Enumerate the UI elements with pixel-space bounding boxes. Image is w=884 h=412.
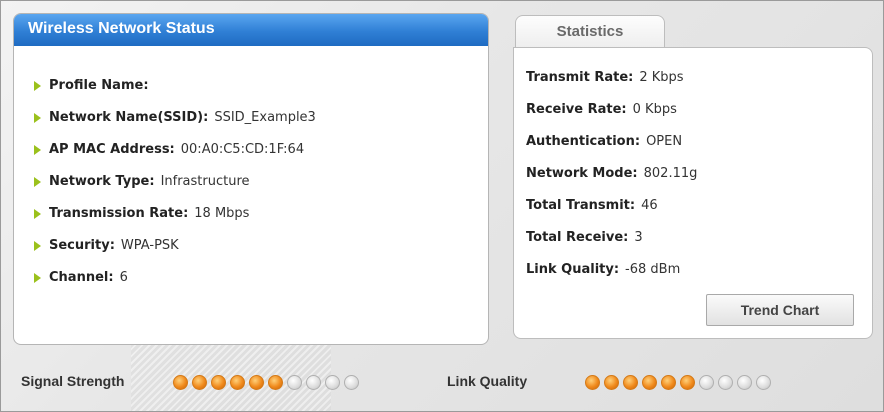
item-value: WPA-PSK — [120, 238, 179, 253]
trend-chart-button[interactable]: Trend Chart — [706, 294, 854, 326]
item-value: 00:A0:C5:CD:1F:64 — [180, 142, 305, 157]
item-label: Security: — [49, 238, 115, 253]
stat-label: Network Mode: — [526, 166, 638, 181]
stat-value: -68 dBm — [625, 262, 681, 277]
list-item-transmission-rate: Transmission Rate: 18 Mbps — [34, 198, 488, 230]
meter-dot-inactive-icon — [287, 375, 302, 390]
meter-dot-active-icon — [585, 375, 600, 390]
item-value: Infrastructure — [160, 174, 250, 189]
list-item-network-name: Network Name(SSID): SSID_Example3 — [34, 102, 488, 134]
meter-dot-active-icon — [623, 375, 638, 390]
item-label: Profile Name: — [49, 78, 149, 93]
meter-dot-active-icon — [604, 375, 619, 390]
item-label: Network Name(SSID): — [49, 110, 209, 125]
statistics-panel: Transmit Rate: 2 Kbps Receive Rate: 0 Kbps… — [513, 47, 873, 339]
meter-dot-active-icon — [268, 375, 283, 390]
stat-label: Link Quality: — [526, 262, 620, 277]
meter-dot-inactive-icon — [325, 375, 340, 390]
stat-transmit-rate: Transmit Rate: 2 Kbps — [526, 62, 872, 94]
statistics-list: Transmit Rate: 2 Kbps Receive Rate: 0 Kbps… — [514, 48, 872, 286]
stat-label: Receive Rate: — [526, 102, 627, 117]
list-item-profile-name: Profile Name: — [34, 70, 488, 102]
list-item-security: Security: WPA-PSK — [34, 230, 488, 262]
meter-dot-inactive-icon — [306, 375, 321, 390]
panel-title: Wireless Network Status — [14, 14, 488, 46]
meter-dot-active-icon — [192, 375, 207, 390]
list-item-ap-mac: AP MAC Address: 00:A0:C5:CD:1F:64 — [34, 134, 488, 166]
wireless-network-status-panel: Wireless Network Status Profile Name: Ne… — [13, 13, 489, 345]
tab-statistics[interactable]: Statistics — [515, 15, 665, 48]
stat-receive-rate: Receive Rate: 0 Kbps — [526, 94, 872, 126]
bullet-arrow-icon — [34, 209, 41, 219]
meter-dot-active-icon — [211, 375, 226, 390]
meter-dot-active-icon — [230, 375, 245, 390]
meter-dot-active-icon — [249, 375, 264, 390]
bullet-arrow-icon — [34, 177, 41, 187]
signal-strength-label: Signal Strength — [21, 373, 125, 389]
stat-link-quality: Link Quality: -68 dBm — [526, 254, 872, 286]
bullet-arrow-icon — [34, 113, 41, 123]
meter-dot-inactive-icon — [718, 375, 733, 390]
stat-label: Total Transmit: — [526, 198, 636, 213]
stat-value: 2 Kbps — [639, 70, 684, 85]
item-value: 6 — [119, 270, 128, 285]
bullet-arrow-icon — [34, 273, 41, 283]
link-quality-label: Link Quality — [447, 373, 528, 389]
item-label: Transmission Rate: — [49, 206, 189, 221]
wireless-status-window: Wireless Network Status Profile Name: Ne… — [0, 0, 884, 412]
stat-authentication: Authentication: OPEN — [526, 126, 872, 158]
stat-total-receive: Total Receive: 3 — [526, 222, 872, 254]
stat-total-transmit: Total Transmit: 46 — [526, 190, 872, 222]
bullet-arrow-icon — [34, 145, 41, 155]
meter-dot-active-icon — [642, 375, 657, 390]
item-label: Network Type: — [49, 174, 155, 189]
meter-dot-inactive-icon — [737, 375, 752, 390]
stat-value: 0 Kbps — [632, 102, 677, 117]
bullet-arrow-icon — [34, 241, 41, 251]
status-list: Profile Name: Network Name(SSID): SSID_Ex… — [14, 46, 488, 294]
item-value: SSID_Example3 — [214, 110, 316, 125]
stat-label: Transmit Rate: — [526, 70, 634, 85]
meter-dot-active-icon — [173, 375, 188, 390]
meter-dot-active-icon — [661, 375, 676, 390]
stat-label: Authentication: — [526, 134, 641, 149]
bullet-arrow-icon — [34, 81, 41, 91]
item-label: Channel: — [49, 270, 114, 285]
meter-dot-inactive-icon — [344, 375, 359, 390]
stat-label: Total Receive: — [526, 230, 629, 245]
meter-dot-inactive-icon — [699, 375, 714, 390]
stat-value: 46 — [641, 198, 658, 213]
link-quality-meter — [585, 375, 771, 390]
signal-strength-meter — [173, 375, 359, 390]
list-item-network-type: Network Type: Infrastructure — [34, 166, 488, 198]
item-label: AP MAC Address: — [49, 142, 175, 157]
stat-value: 3 — [634, 230, 643, 245]
meter-dot-active-icon — [680, 375, 695, 390]
list-item-channel: Channel: 6 — [34, 262, 488, 294]
meter-dot-inactive-icon — [756, 375, 771, 390]
stat-value: 802.11g — [643, 166, 698, 181]
item-value: 18 Mbps — [194, 206, 250, 221]
stat-network-mode: Network Mode: 802.11g — [526, 158, 872, 190]
stat-value: OPEN — [646, 134, 683, 149]
